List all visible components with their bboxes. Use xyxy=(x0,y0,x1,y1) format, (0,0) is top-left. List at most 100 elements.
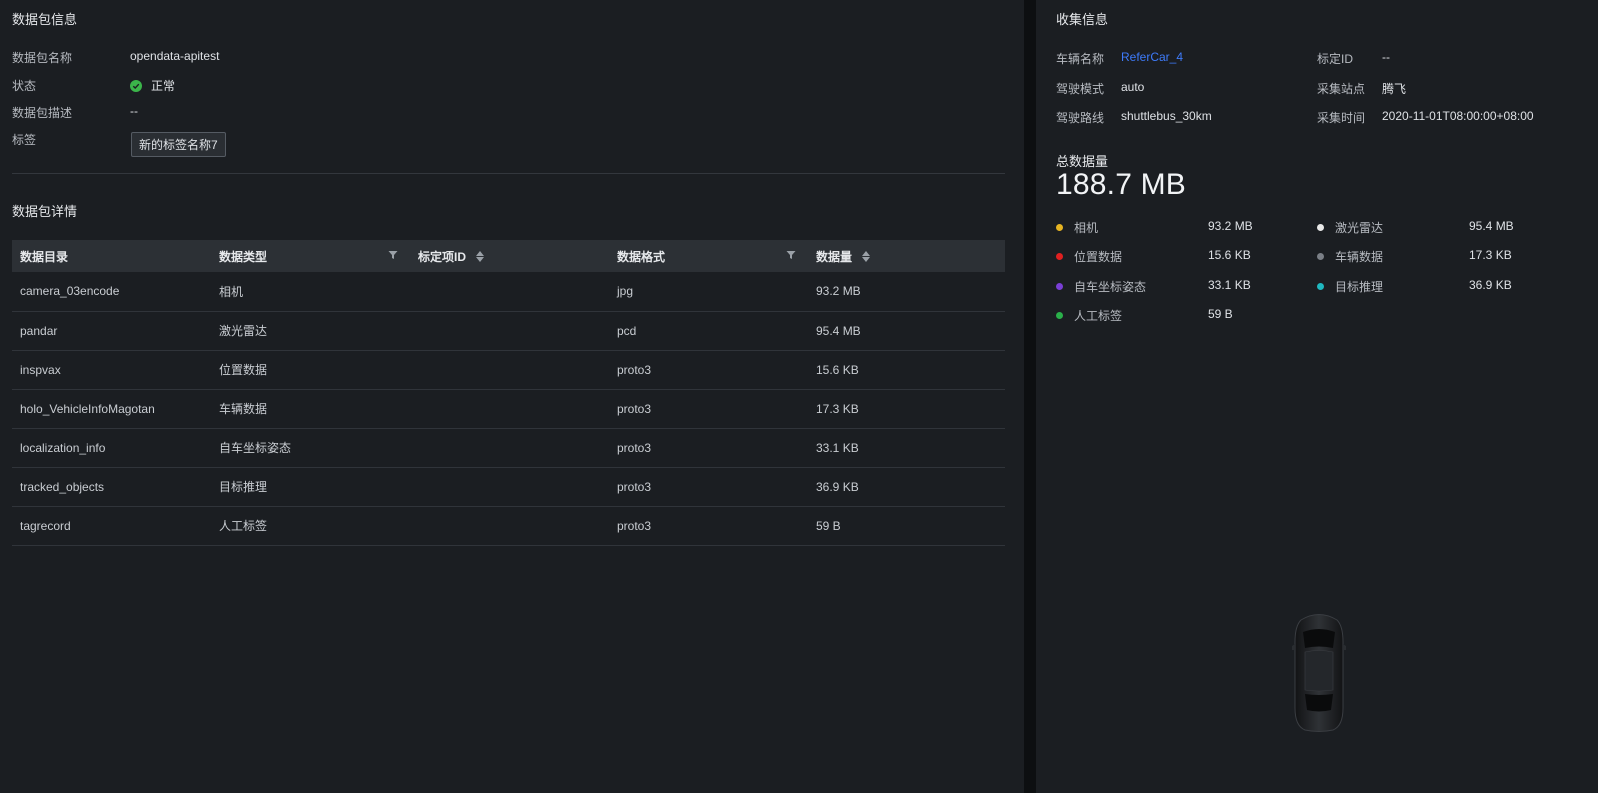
check-circle-icon xyxy=(130,79,142,92)
cell-size: 95.4 MB xyxy=(808,311,1005,351)
cell-calib-id xyxy=(410,350,609,390)
cell-directory: holo_VehicleInfoMagotan xyxy=(12,389,211,429)
col-format: 数据格式 xyxy=(609,240,808,272)
legend-dot-icon xyxy=(1056,224,1063,231)
cell-format: proto3 xyxy=(609,428,808,468)
cell-format: proto3 xyxy=(609,467,808,507)
package-name-value: opendata-apitest xyxy=(130,49,220,63)
filter-icon[interactable] xyxy=(786,249,796,263)
cell-directory: tagrecord xyxy=(12,506,211,546)
cell-type: 自车坐标姿态 xyxy=(211,428,410,468)
cell-calib-id xyxy=(410,467,609,507)
cell-format: proto3 xyxy=(609,389,808,429)
cell-type: 位置数据 xyxy=(211,350,410,390)
col-calib-id-label: 标定项ID xyxy=(418,249,467,264)
table-row[interactable]: tagrecord 人工标签 proto3 59 B xyxy=(12,506,1005,546)
legend-item: 车辆数据 xyxy=(1317,248,1383,265)
site-label: 采集站点 xyxy=(1317,82,1366,96)
collect-panel: 收集信息 车辆名称 ReferCar_4 标定ID -- 驾驶模式 auto 采… xyxy=(1036,0,1598,793)
route-value: shuttlebus_30km xyxy=(1121,109,1212,123)
filter-icon[interactable] xyxy=(388,249,398,263)
tag-chip[interactable]: 新的标签名称7 xyxy=(131,132,226,157)
status-text: 正常 xyxy=(151,79,176,93)
vehicle-link[interactable]: ReferCar_4 xyxy=(1121,50,1183,64)
table-header-row: 数据目录 数据类型 标定项ID 数据格式 数据量 xyxy=(12,240,1005,272)
legend-item: 相机 xyxy=(1056,219,1098,236)
status-value: 正常 xyxy=(130,77,175,94)
package-name-label: 数据包名称 xyxy=(12,51,73,65)
cell-type: 车辆数据 xyxy=(211,389,410,429)
legend-dot-icon xyxy=(1056,283,1063,290)
legend-dot-icon xyxy=(1056,312,1063,319)
sort-icon[interactable] xyxy=(862,250,871,262)
vehicle-label: 车辆名称 xyxy=(1056,52,1105,66)
time-label: 采集时间 xyxy=(1317,111,1366,125)
tag-label: 标签 xyxy=(12,133,37,147)
status-label: 状态 xyxy=(12,79,37,93)
legend-value: 17.3 KB xyxy=(1469,248,1512,262)
table-row[interactable]: holo_VehicleInfoMagotan 车辆数据 proto3 17.3 KB xyxy=(12,389,1005,429)
section-divider xyxy=(12,173,1005,174)
col-directory: 数据目录 xyxy=(12,240,211,272)
cell-directory: pandar xyxy=(12,311,211,351)
cell-format: proto3 xyxy=(609,506,808,546)
legend-label: 激光雷达 xyxy=(1335,221,1384,235)
table-row[interactable]: inspvax 位置数据 proto3 15.6 KB xyxy=(12,350,1005,390)
legend-label: 位置数据 xyxy=(1074,250,1123,264)
cell-size: 17.3 KB xyxy=(808,389,1005,429)
details-table: 数据目录 数据类型 标定项ID 数据格式 数据量 camera_03encode… xyxy=(12,240,1005,546)
cell-size: 59 B xyxy=(808,506,1005,546)
panel-divider xyxy=(1024,0,1036,793)
legend-label: 目标推理 xyxy=(1335,280,1384,294)
legend-value: 36.9 KB xyxy=(1469,278,1512,292)
legend-label: 相机 xyxy=(1074,221,1099,235)
legend-value: 15.6 KB xyxy=(1208,248,1251,262)
cell-directory: inspvax xyxy=(12,350,211,390)
legend-item: 位置数据 xyxy=(1056,248,1122,265)
car-top-view-icon xyxy=(1291,612,1347,735)
cell-size: 15.6 KB xyxy=(808,350,1005,390)
legend-value: 95.4 MB xyxy=(1469,219,1514,233)
cell-calib-id xyxy=(410,506,609,546)
calib-value: -- xyxy=(1382,50,1390,64)
site-value: 腾飞 xyxy=(1382,82,1407,96)
package-details-title: 数据包详情 xyxy=(12,204,78,219)
cell-type: 激光雷达 xyxy=(211,311,410,351)
cell-type: 人工标签 xyxy=(211,506,410,546)
cell-size: 93.2 MB xyxy=(808,272,1005,312)
time-value: 2020-11-01T08:00:00+08:00 xyxy=(1382,109,1534,123)
cell-calib-id xyxy=(410,311,609,351)
col-format-label: 数据格式 xyxy=(617,249,666,264)
cell-format: pcd xyxy=(609,311,808,351)
cell-directory: localization_info xyxy=(12,428,211,468)
table-row[interactable]: camera_03encode 相机 jpg 93.2 MB xyxy=(12,272,1005,312)
sort-icon[interactable] xyxy=(476,250,485,262)
col-type: 数据类型 xyxy=(211,240,410,272)
cell-size: 33.1 KB xyxy=(808,428,1005,468)
table-row[interactable]: localization_info 自车坐标姿态 proto3 33.1 KB xyxy=(12,428,1005,468)
cell-type: 目标推理 xyxy=(211,467,410,507)
legend-dot-icon xyxy=(1317,253,1324,260)
cell-directory: camera_03encode xyxy=(12,272,211,312)
col-calib-id: 标定项ID xyxy=(410,240,609,272)
route-label: 驾驶路线 xyxy=(1056,111,1105,125)
col-directory-label: 数据目录 xyxy=(20,249,69,264)
total-value: 188.7 MB xyxy=(1056,168,1187,201)
cell-type: 相机 xyxy=(211,272,410,312)
legend-value: 93.2 MB xyxy=(1208,219,1253,233)
col-size-label: 数据量 xyxy=(816,249,853,264)
legend-label: 自车坐标姿态 xyxy=(1074,280,1147,294)
legend-value: 33.1 KB xyxy=(1208,278,1251,292)
col-type-label: 数据类型 xyxy=(219,249,268,264)
package-desc-label: 数据包描述 xyxy=(12,106,73,120)
legend-dot-icon xyxy=(1056,253,1063,260)
legend-value: 59 B xyxy=(1208,307,1233,321)
cell-calib-id xyxy=(410,272,609,312)
cell-directory: tracked_objects xyxy=(12,467,211,507)
legend-item: 人工标签 xyxy=(1056,307,1122,324)
table-row[interactable]: pandar 激光雷达 pcd 95.4 MB xyxy=(12,311,1005,351)
table-row[interactable]: tracked_objects 目标推理 proto3 36.9 KB xyxy=(12,467,1005,507)
cell-format: proto3 xyxy=(609,350,808,390)
legend-dot-icon xyxy=(1317,224,1324,231)
legend-item: 激光雷达 xyxy=(1317,219,1383,236)
